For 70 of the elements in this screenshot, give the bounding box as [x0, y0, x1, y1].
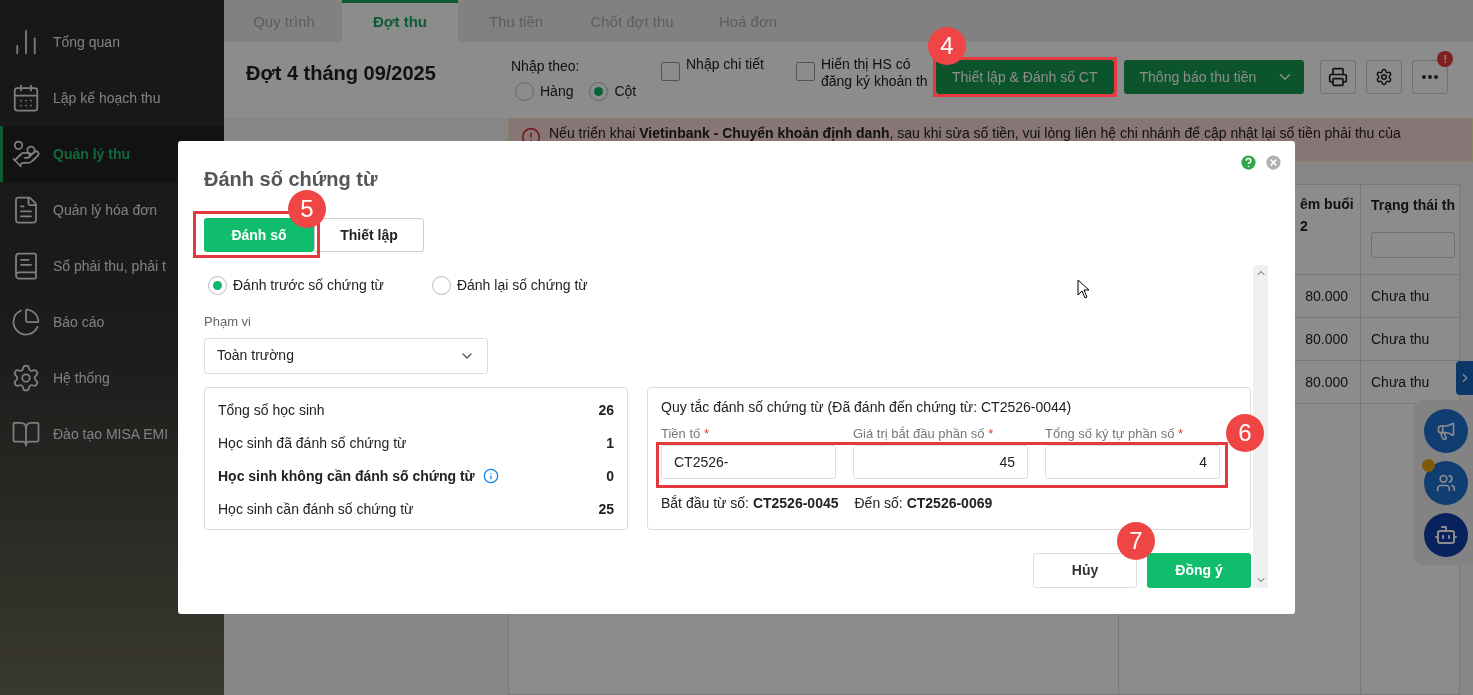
radio-label: Cột [614, 82, 637, 101]
alert-badge: ! [1437, 51, 1454, 67]
segment-tab[interactable]: Đánh số [204, 218, 314, 252]
stat-value: 25 [598, 499, 614, 519]
radio-button[interactable] [589, 82, 609, 101]
numbering-summary: Đến số: CT2526-0069 [854, 493, 993, 513]
callout-number: 6 [1226, 413, 1264, 452]
column-header: Trạng thái th [1371, 196, 1456, 215]
radio-label: Đánh lại số chứng từ [456, 276, 588, 295]
radio-label: Đánh trước số chứng từ [233, 276, 384, 295]
field-label: Giá trị bắt đầu phần số * [853, 425, 995, 441]
info-icon[interactable] [482, 468, 499, 484]
cancel-button[interactable]: Hủy [1033, 553, 1137, 588]
column-header: êm buổi 2 [1300, 195, 1355, 236]
confirm-button[interactable]: Đồng ý [1147, 553, 1251, 588]
table-cell: Chưa thu [1361, 318, 1459, 361]
settings-button[interactable] [1366, 60, 1403, 94]
pie-chart-icon [11, 307, 41, 337]
people-icon [1436, 472, 1456, 493]
radio-button[interactable] [208, 276, 227, 295]
sidebar-item[interactable]: Tổng quan [0, 14, 224, 70]
expand-tab[interactable] [1456, 361, 1473, 395]
chatbot-button[interactable] [1424, 512, 1468, 557]
calendar-icon [11, 83, 41, 113]
hand-coins-icon [11, 139, 41, 169]
community-button[interactable] [1424, 460, 1468, 505]
callout-number: 5 [288, 190, 326, 228]
stat-label: Học sinh đã đánh số chứng từ [218, 433, 407, 453]
radio-button[interactable] [431, 276, 451, 295]
radio-button[interactable] [515, 82, 534, 101]
printer-icon [1328, 67, 1349, 87]
stat-label: Học sinh cần đánh số chứng từ [218, 499, 414, 519]
checkbox[interactable] [661, 62, 680, 81]
mouse-pointer-icon [1077, 279, 1090, 299]
warning-text: Nếu triển khai Vietinbank - Chuyển khoản định danh, sau khi sửa số tiền, vui lòng liên hệ chi nhánh để cập nhật lại số tiền phải thu của [549, 124, 1401, 143]
notify-button[interactable]: Thông báo thu tiền [1123, 60, 1305, 94]
tab[interactable]: Đợt thu [342, 0, 458, 42]
table-cell: Chưa thu [1361, 275, 1459, 318]
megaphone-button[interactable] [1424, 408, 1468, 453]
checkbox-label: Hiển thị HS có đăng ký khoản th [821, 56, 929, 90]
stat-value: 0 [606, 466, 614, 486]
stat-label: Học sinh không cần đánh số chứng từ [218, 466, 475, 486]
field-label: Tiền tố * [661, 425, 710, 441]
stat-label: Tổng số học sinh [218, 400, 325, 420]
settings-icon [1375, 68, 1394, 86]
more-icon [1422, 75, 1439, 79]
help-icon[interactable] [1239, 153, 1258, 172]
scope-label: Phạm vi [204, 313, 252, 331]
sidebar-item[interactable]: Lập kế hoạch thu [0, 70, 224, 126]
settings-icon [11, 363, 41, 393]
radio-label: Hàng [540, 82, 574, 101]
stat-value: 26 [598, 400, 614, 420]
numbering-summary: Bắt đầu từ số: CT2526-0045 [661, 493, 839, 513]
field-label: Tổng số ký tự phần số * [1045, 425, 1185, 441]
checkbox[interactable] [796, 62, 815, 81]
close-icon[interactable] [1264, 153, 1283, 172]
setup-numbering-button[interactable]: Thiết lập & Đánh số CT [936, 60, 1114, 94]
megaphone-icon [1436, 420, 1456, 441]
print-button[interactable] [1320, 60, 1357, 94]
more-button[interactable] [1412, 60, 1449, 94]
rule-title: Quy tắc đánh số chứng từ (Đã đánh đến chứng từ: CT2526-0044) [661, 397, 1073, 417]
page-title: Đợt 4 tháng 09/2025 [246, 61, 437, 86]
open-book-icon [11, 419, 41, 449]
input-mode-label: Nhập theo: [511, 57, 581, 76]
filter-dropdown[interactable] [1371, 232, 1455, 258]
callout-number: 7 [1117, 522, 1155, 560]
stat-value: 1 [606, 433, 614, 453]
checkbox-label: Nhập chi tiết [686, 56, 764, 73]
scrollbar[interactable] [1253, 265, 1268, 588]
scope-select[interactable]: Toàn trường [204, 337, 488, 374]
